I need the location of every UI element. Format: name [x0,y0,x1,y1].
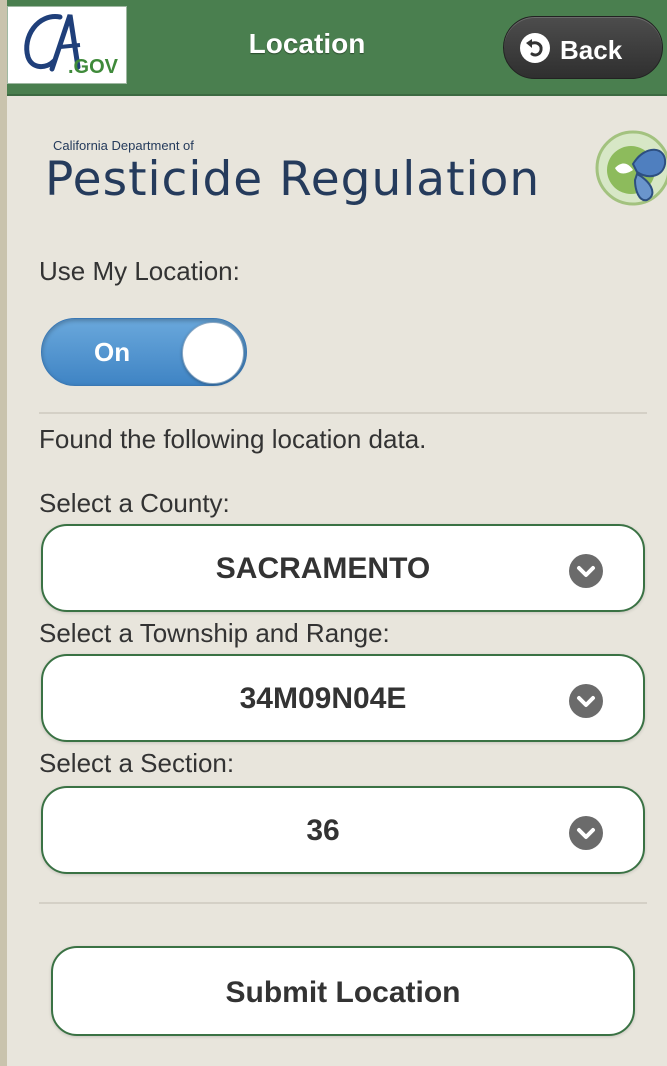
use-location-toggle[interactable]: On [41,318,247,386]
back-button[interactable]: Back [503,16,663,79]
divider [39,412,647,414]
section-label: Select a Section: [39,748,235,778]
use-location-label: Use My Location: [39,256,240,286]
butterfly-emblem-icon [595,130,667,206]
ca-gov-logo[interactable]: .GOV [7,6,127,84]
county-label: Select a County: [39,488,230,518]
page-title: Location [248,28,366,59]
app-frame: .GOV Location Back California Department… [7,0,667,1066]
agency-name: Pesticide Regulation [45,152,541,207]
chevron-down-icon [569,684,603,718]
county-select[interactable]: SACRAMENTO [41,524,645,612]
back-arrow-icon [520,33,550,63]
svg-text:.GOV: .GOV [68,56,119,78]
agency-banner: California Department of Pesticide Regul… [41,122,667,232]
ca-gov-logo-graphic: .GOV [24,14,119,78]
back-button-label: Back [560,35,623,65]
township-select[interactable]: 34M09N04E [41,654,645,742]
township-label: Select a Township and Range: [39,618,390,648]
township-value: 34M09N04E [239,682,407,715]
submit-location-button[interactable]: Submit Location [51,946,635,1036]
toggle-state-label: On [94,337,131,367]
chevron-down-icon [569,816,603,850]
section-select[interactable]: 36 [41,786,645,874]
status-text: Found the following location data. [39,424,427,454]
chevron-down-icon [569,554,603,588]
submit-button-label: Submit Location [225,976,461,1009]
divider [39,902,647,904]
header-bar: .GOV Location Back [7,0,667,96]
section-value: 36 [306,814,340,847]
toggle-knob[interactable] [182,322,244,384]
county-value: SACRAMENTO [215,552,431,585]
agency-subtitle: California Department of [53,138,194,153]
